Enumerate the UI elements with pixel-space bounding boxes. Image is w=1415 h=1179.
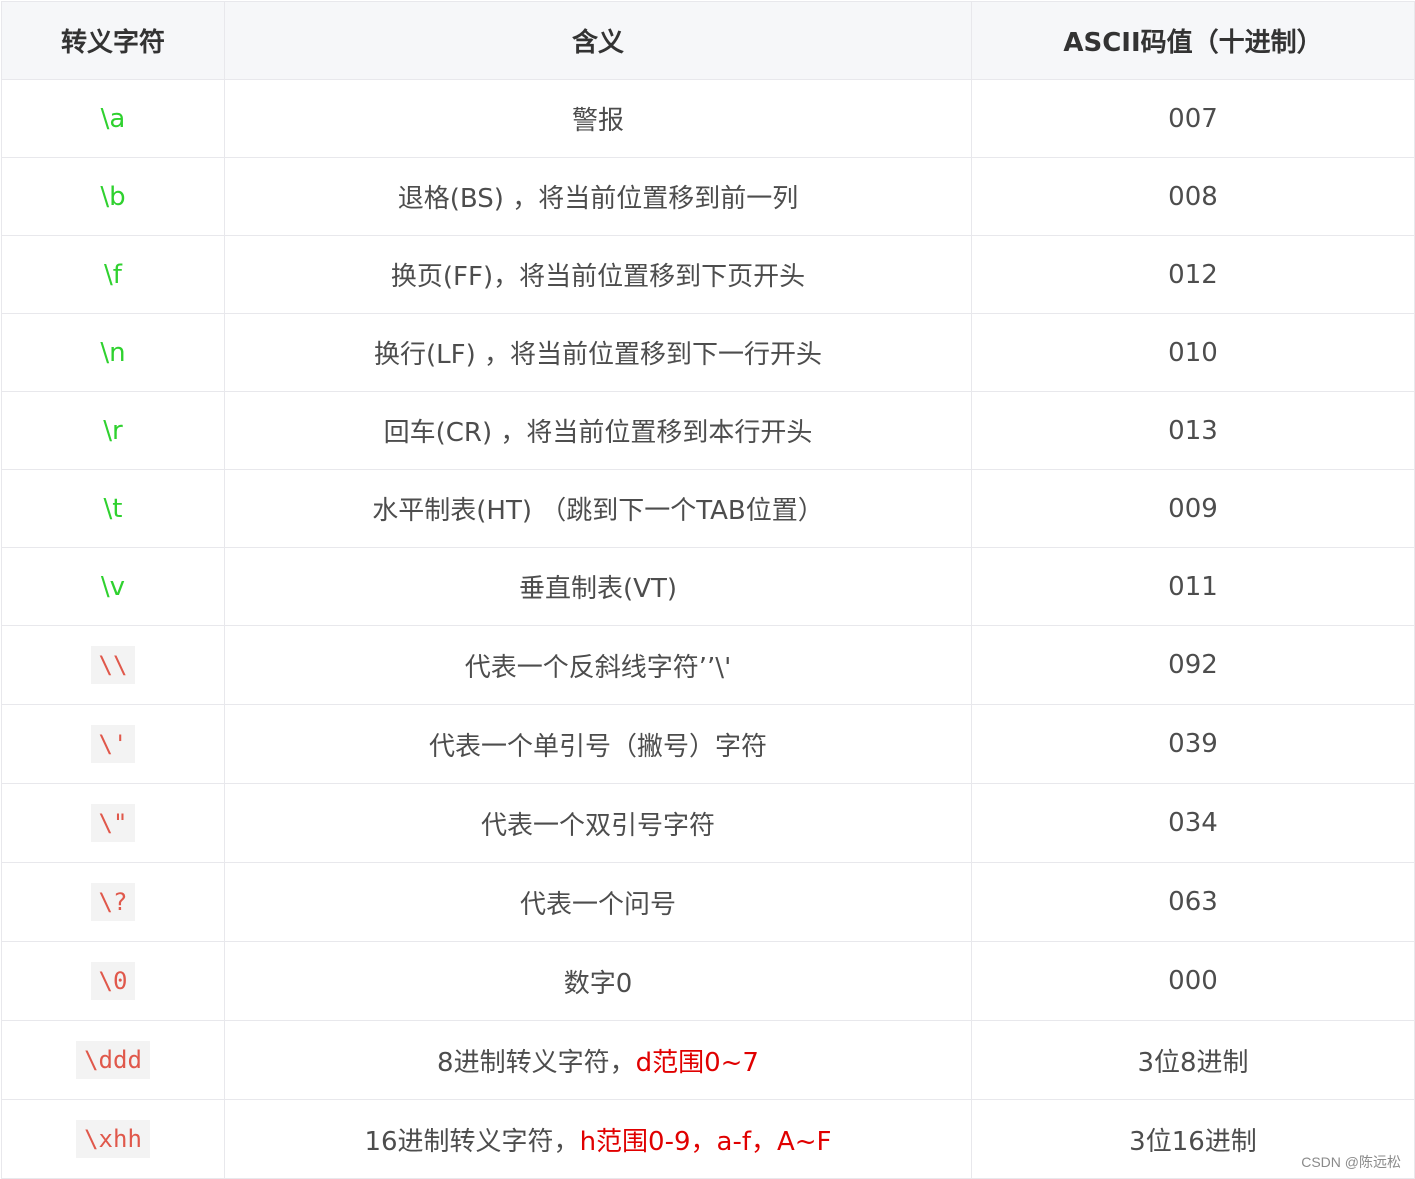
meaning-cell: 数字0 (224, 941, 972, 1021)
meaning-text: 代表一个双引号字符 (480, 810, 715, 841)
escape-cell: \' (1, 704, 225, 784)
escape-cell: \t (1, 469, 225, 548)
meaning-cell: 换页(FF)，将当前位置移到下页开头 (224, 235, 972, 314)
escape-cell: \ddd (1, 1020, 225, 1100)
ascii-cell: 039 (971, 704, 1415, 784)
meaning-cell: 8进制转义字符，d范围0~7 (224, 1020, 972, 1100)
table-row: \t 水平制表(HT) （跳到下一个TAB位置） 009 (1, 469, 1415, 548)
ascii-cell: 008 (971, 157, 1415, 236)
table-row: \n 换行(LF) ，将当前位置移到下一行开头 010 (1, 313, 1415, 392)
escape-cell: \" (1, 783, 225, 863)
ascii-cell: 011 (971, 547, 1415, 626)
table-row: \\ 代表一个反斜线字符’’\' 092 (1, 625, 1415, 705)
meaning-text: 退格(BS) ，将当前位置移到前一列 (397, 184, 799, 214)
escape-text: \n (100, 337, 126, 368)
escape-cell: \\ (1, 625, 225, 705)
escape-text: \a (100, 103, 126, 134)
csdn-watermark: CSDN @陈远松 (1301, 1154, 1401, 1170)
ascii-cell: 000 (971, 941, 1415, 1021)
meaning-cell: 垂直制表(VT) (224, 547, 972, 626)
ascii-cell: 010 (971, 313, 1415, 392)
escape-cell: \xhh (1, 1099, 225, 1179)
table-row: \v 垂直制表(VT) 011 (1, 547, 1415, 626)
meaning-text: 代表一个问号 (519, 889, 676, 920)
ascii-cell: 007 (971, 79, 1415, 158)
escape-cell: \? (1, 862, 225, 942)
table-row: \0 数字0 000 (1, 941, 1415, 1021)
table-row: \xhh 16进制转义字符，h范围0-9，a-f，A~F 3位16进制 (1, 1099, 1415, 1179)
meaning-cell: 代表一个反斜线字符’’\' (224, 625, 972, 705)
ascii-cell: 012 (971, 235, 1415, 314)
meaning-text: 回车(CR) ，将当前位置移到本行开头 (383, 418, 813, 448)
meaning-highlight: d范围0~7 (635, 1047, 759, 1078)
escape-cell: \0 (1, 941, 225, 1021)
escape-cell: \a (1, 79, 225, 158)
escape-code: \" (90, 804, 136, 842)
meaning-text: 数字0 (563, 968, 633, 999)
escape-cell: \r (1, 391, 225, 470)
escape-character-table: 转义字符 含义 ASCII码值（十进制） \a 警报 007 \b 退格(BS)… (1, 1, 1415, 1179)
meaning-text: 代表一个单引号（撇号）字符 (428, 731, 767, 762)
ascii-cell: 063 (971, 862, 1415, 942)
meaning-cell: 水平制表(HT) （跳到下一个TAB位置） (224, 469, 972, 548)
escape-cell: \f (1, 235, 225, 314)
escape-code: \\ (90, 646, 136, 684)
table-row: \" 代表一个双引号字符 034 (1, 783, 1415, 863)
meaning-text: 16进制转义字符， (364, 1126, 580, 1157)
meaning-cell: 代表一个单引号（撇号）字符 (224, 704, 972, 784)
meaning-text: 警报 (571, 106, 624, 136)
table-row: \b 退格(BS) ，将当前位置移到前一列 008 (1, 157, 1415, 236)
escape-text: \v (100, 571, 126, 602)
ascii-cell: 3位8进制 (971, 1020, 1415, 1100)
escape-code: \xhh (76, 1120, 150, 1158)
table-row: \a 警报 007 (1, 79, 1415, 158)
table-row: \? 代表一个问号 063 (1, 862, 1415, 942)
meaning-text: 水平制表(HT) （跳到下一个TAB位置） (372, 496, 824, 526)
escape-code: \? (90, 883, 136, 921)
ascii-cell: 013 (971, 391, 1415, 470)
meaning-cell: 回车(CR) ，将当前位置移到本行开头 (224, 391, 972, 470)
header-meaning: 含义 (224, 1, 972, 80)
table-row: \r 回车(CR) ，将当前位置移到本行开头 013 (1, 391, 1415, 470)
table-header-row: 转义字符 含义 ASCII码值（十进制） (1, 1, 1415, 80)
escape-cell: \n (1, 313, 225, 392)
escape-text: \b (100, 181, 126, 212)
meaning-cell: 代表一个问号 (224, 862, 972, 942)
table-row: \ddd 8进制转义字符，d范围0~7 3位8进制 (1, 1020, 1415, 1100)
meaning-text: 垂直制表(VT) (519, 574, 677, 604)
escape-text: \f (104, 259, 122, 290)
table-row: \f 换页(FF)，将当前位置移到下页开头 012 (1, 235, 1415, 314)
escape-text: \r (103, 415, 123, 446)
header-ascii-decimal: ASCII码值（十进制） (971, 1, 1415, 80)
escape-code: \' (90, 725, 136, 763)
meaning-cell: 代表一个双引号字符 (224, 783, 972, 863)
meaning-cell: 换行(LF) ，将当前位置移到下一行开头 (224, 313, 972, 392)
meaning-text: 代表一个反斜线字符’’\' (464, 652, 732, 683)
meaning-text: 8进制转义字符， (437, 1047, 636, 1078)
escape-code: \ddd (76, 1041, 150, 1079)
table-row: \' 代表一个单引号（撇号）字符 039 (1, 704, 1415, 784)
meaning-text: 换行(LF) ，将当前位置移到下一行开头 (374, 340, 822, 370)
meaning-cell: 16进制转义字符，h范围0-9，a-f，A~F (224, 1099, 972, 1179)
escape-text: \t (103, 493, 123, 524)
ascii-cell: 092 (971, 625, 1415, 705)
header-escape-char: 转义字符 (1, 1, 225, 80)
meaning-cell: 退格(BS) ，将当前位置移到前一列 (224, 157, 972, 236)
meaning-cell: 警报 (224, 79, 972, 158)
meaning-highlight: h范围0-9，a-f，A~F (579, 1126, 832, 1157)
escape-cell: \v (1, 547, 225, 626)
ascii-cell: 034 (971, 783, 1415, 863)
meaning-text: 换页(FF)，将当前位置移到下页开头 (390, 262, 806, 292)
ascii-cell: 009 (971, 469, 1415, 548)
escape-cell: \b (1, 157, 225, 236)
escape-code: \0 (90, 962, 136, 1000)
